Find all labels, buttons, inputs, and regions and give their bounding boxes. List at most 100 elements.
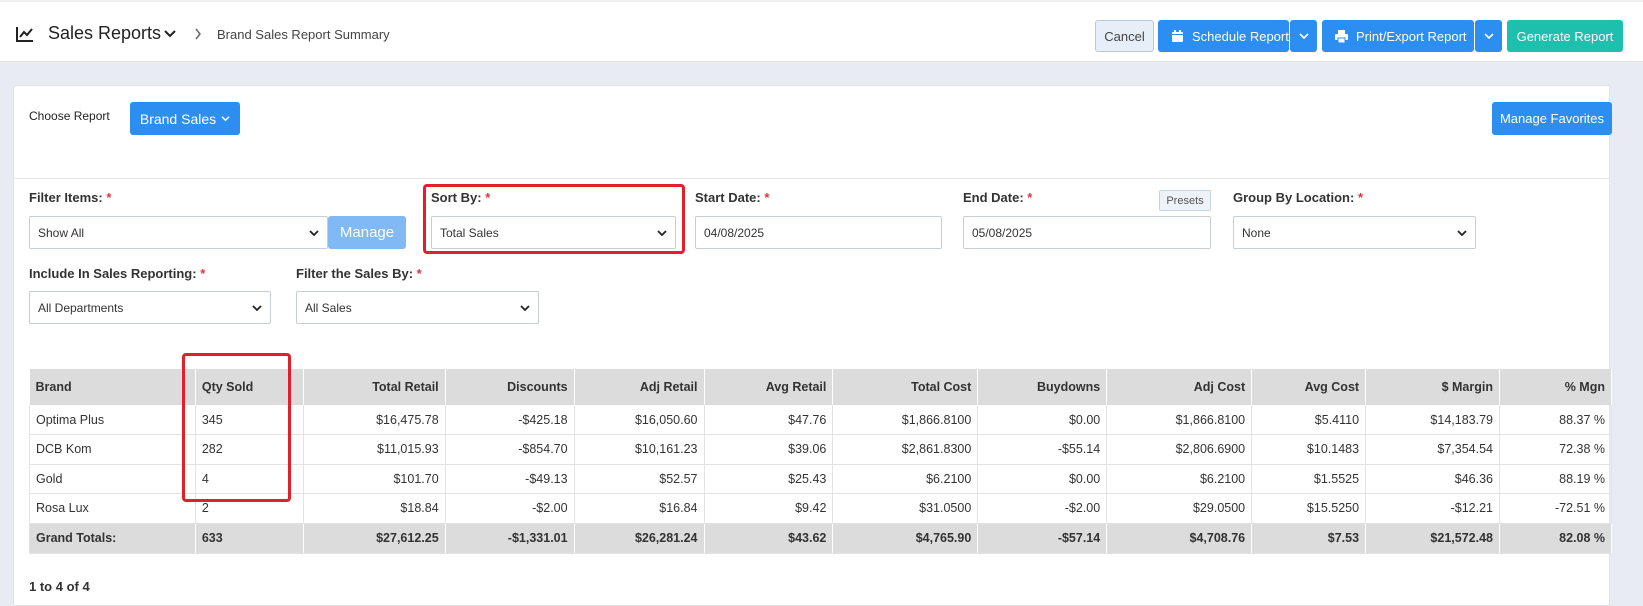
report-select-label: Brand Sales: [139, 110, 217, 127]
table-cell: $39.06: [704, 434, 834, 465]
top-bar: Sales Reports Brand Sales Report Summary…: [0, 0, 1643, 62]
group-by-location-value: None: [1242, 225, 1271, 240]
totals-cell: $7.53: [1251, 523, 1367, 554]
table-cell: -72.51 %: [1499, 493, 1613, 524]
table-cell: $16,050.60: [574, 405, 705, 435]
table-cell: $6.2100: [832, 464, 979, 494]
column-header[interactable]: $ Margin: [1365, 369, 1500, 405]
chevron-down-icon: [1298, 33, 1309, 40]
column-header[interactable]: Discounts: [445, 369, 575, 405]
table-cell: Rosa Lux: [29, 493, 196, 524]
column-header[interactable]: Adj Retail: [574, 369, 705, 405]
filter-sales-by-value: All Sales: [305, 300, 352, 315]
chevron-down-icon: [221, 116, 230, 122]
schedule-report-dropdown[interactable]: [1290, 20, 1317, 52]
table-cell: -$2.00: [445, 493, 575, 524]
totals-cell: $43.62: [704, 523, 834, 554]
table-cell: DCB Kom: [29, 434, 196, 465]
chevron-down-icon: [309, 230, 319, 237]
presets-button[interactable]: Presets: [1159, 190, 1211, 211]
column-header[interactable]: Brand: [29, 369, 196, 405]
table-cell: $101.70: [303, 464, 446, 494]
end-date-label: End Date: *: [963, 190, 1033, 205]
table-cell: $2,806.6900: [1106, 434, 1253, 465]
generate-report-button[interactable]: Generate Report: [1507, 20, 1623, 52]
totals-cell: Grand Totals:: [29, 523, 196, 554]
table-cell: -$49.13: [445, 464, 575, 494]
table-cell: $18.84: [303, 493, 446, 524]
line-chart-icon: [16, 27, 33, 42]
totals-cell: $21,572.48: [1365, 523, 1500, 554]
totals-cell: 82.08 %: [1499, 523, 1613, 554]
totals-cell: $4,708.76: [1106, 523, 1253, 554]
totals-cell: $26,281.24: [574, 523, 705, 554]
column-header[interactable]: Buydowns: [977, 369, 1108, 405]
chevron-right-icon: [195, 28, 201, 40]
table-cell: $15.5250: [1251, 493, 1367, 524]
chevron-down-icon: [1483, 33, 1494, 40]
table-cell: $2,861.8300: [832, 434, 979, 465]
column-header[interactable]: Adj Cost: [1106, 369, 1253, 405]
table-cell: $0.00: [977, 405, 1108, 435]
divider: [14, 178, 1609, 179]
include-in-sales-select[interactable]: All Departments: [29, 291, 271, 324]
table-cell: $47.76: [704, 405, 834, 435]
column-header[interactable]: % Mgn: [1499, 369, 1613, 405]
printer-icon: [1335, 29, 1348, 43]
pagination-info: 1 to 4 of 4: [29, 579, 90, 594]
table-cell: $11,015.93: [303, 434, 446, 465]
table-cell: $9.42: [704, 493, 834, 524]
chevron-down-icon: [1457, 230, 1467, 237]
filter-sales-by-select[interactable]: All Sales: [296, 291, 539, 324]
table-cell: 88.37 %: [1499, 405, 1613, 435]
end-date-input[interactable]: 05/08/2025: [963, 216, 1211, 249]
breadcrumb: Brand Sales Report Summary: [217, 27, 390, 42]
table-cell: $0.00: [977, 464, 1108, 494]
group-by-location-select[interactable]: None: [1233, 216, 1476, 249]
calendar-icon: [1172, 29, 1183, 42]
table-cell: $5.4110: [1251, 405, 1367, 435]
start-date-input[interactable]: 04/08/2025: [695, 216, 942, 249]
column-header[interactable]: Avg Cost: [1251, 369, 1367, 405]
print-export-button[interactable]: Print/Export Report: [1322, 20, 1474, 52]
table-cell: $14,183.79: [1365, 405, 1500, 435]
column-header[interactable]: Total Cost: [832, 369, 979, 405]
schedule-report-button[interactable]: Schedule Report: [1158, 20, 1289, 52]
table-cell: $16,475.78: [303, 405, 446, 435]
report-select-button[interactable]: Brand Sales: [130, 102, 240, 135]
cancel-button[interactable]: Cancel: [1095, 20, 1154, 52]
include-in-sales-label: Include In Sales Reporting: *: [29, 266, 206, 281]
choose-report-label: Choose Report: [29, 109, 110, 123]
start-date-label: Start Date: *: [695, 190, 770, 205]
table-cell: 88.19 %: [1499, 464, 1613, 494]
table-cell: $1,866.8100: [1106, 405, 1253, 435]
totals-cell: -$57.14: [977, 523, 1108, 554]
chevron-down-icon[interactable]: [164, 29, 176, 39]
column-header[interactable]: Avg Retail: [704, 369, 834, 405]
page-title[interactable]: Sales Reports: [48, 23, 161, 44]
chevron-down-icon: [520, 305, 530, 312]
filter-sales-by-label: Filter the Sales By: *: [296, 266, 422, 281]
table-cell: Optima Plus: [29, 405, 196, 435]
totals-cell: 633: [195, 523, 304, 554]
table-cell: $16.84: [574, 493, 705, 524]
print-export-dropdown[interactable]: [1475, 20, 1502, 52]
totals-cell: $4,765.90: [832, 523, 979, 554]
totals-cell: -$1,331.01: [445, 523, 575, 554]
manage-button[interactable]: Manage: [328, 216, 406, 249]
table-cell: -$12.21: [1365, 493, 1500, 524]
manage-favorites-button[interactable]: Manage Favorites: [1492, 102, 1612, 135]
manage-label: Manage: [339, 224, 395, 241]
table-cell: -$425.18: [445, 405, 575, 435]
table-cell: $31.0500: [832, 493, 979, 524]
chevron-down-icon: [252, 305, 262, 312]
table-cell: $6.2100: [1106, 464, 1253, 494]
column-header[interactable]: Total Retail: [303, 369, 446, 405]
report-panel: Choose Report Brand Sales Manage Favorit…: [13, 85, 1613, 606]
filter-items-select[interactable]: Show All: [29, 216, 328, 249]
table-cell: $10,161.23: [574, 434, 705, 465]
table-cell: Gold: [29, 464, 196, 494]
table-cell: $1,866.8100: [832, 405, 979, 435]
table-cell: -$2.00: [977, 493, 1108, 524]
qty-sold-highlight: [182, 353, 291, 502]
